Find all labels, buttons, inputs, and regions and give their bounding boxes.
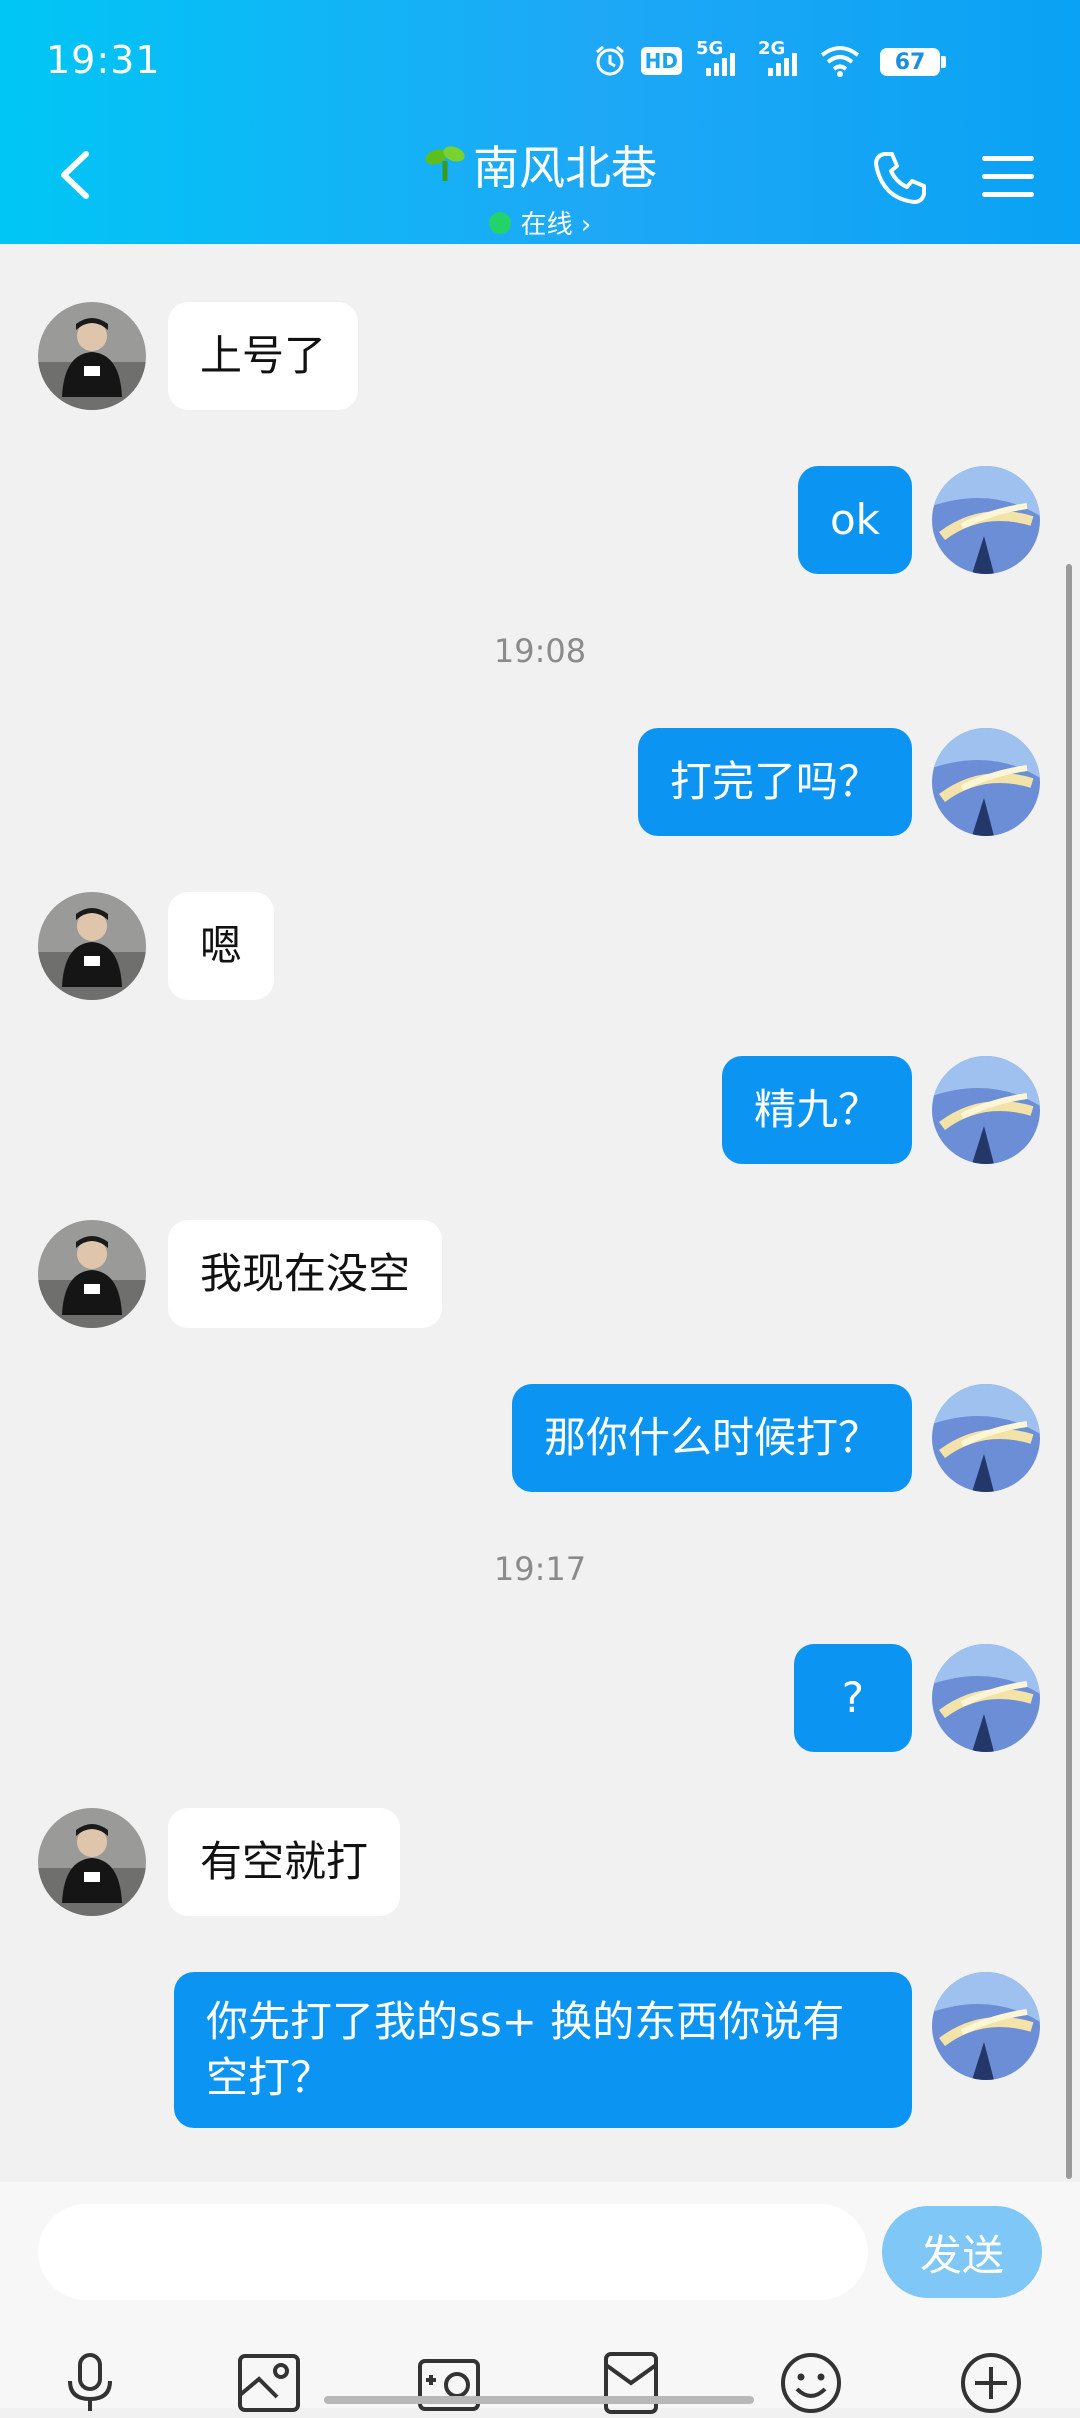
user-avatar[interactable] [932, 466, 1040, 574]
message-input[interactable] [38, 2204, 868, 2300]
message-bubble-incoming[interactable]: 嗯 [168, 892, 275, 1000]
battery-indicator: 67 [880, 48, 946, 76]
phone-icon [874, 152, 926, 204]
contact-avatar[interactable] [38, 1220, 146, 1328]
send-button[interactable]: 发送 [882, 2206, 1042, 2298]
message-bubble-incoming[interactable]: 有空就打 [168, 1808, 401, 1916]
status-bar: 19:31 HD 5G 2G 67 [0, 0, 1080, 120]
online-status-label: 在线 › [520, 210, 592, 240]
message-bubble-outgoing[interactable]: ok [797, 466, 912, 574]
message-bubble-outgoing[interactable]: 你先打了我的ss+ 换的东西你说有空打？ [174, 1972, 912, 2128]
message-bubble-outgoing[interactable]: 精九？ [721, 1056, 912, 1164]
sprout-icon [423, 141, 467, 189]
wifi-icon [820, 45, 860, 77]
user-avatar[interactable] [932, 728, 1040, 836]
message-bubble-outgoing[interactable]: 那你什么时候打？ [511, 1384, 912, 1492]
user-avatar[interactable] [932, 1644, 1040, 1752]
status-time: 19:31 [46, 38, 161, 82]
contact-avatar[interactable] [38, 892, 146, 1000]
page-title: 南风北巷 [473, 141, 657, 195]
message-bubble-outgoing[interactable]: 打完了吗？ [637, 728, 912, 836]
online-dot-icon [488, 211, 511, 234]
contact-avatar[interactable] [38, 302, 146, 410]
input-bar: 发送 [0, 2182, 1080, 2414]
scrollbar[interactable] [1066, 564, 1072, 2179]
call-button[interactable] [870, 148, 930, 208]
menu-button[interactable] [980, 152, 1036, 202]
message-bubble-outgoing[interactable]: ? [793, 1644, 912, 1752]
user-avatar[interactable] [932, 1972, 1040, 2080]
message-bubble-incoming[interactable]: 上号了 [168, 302, 359, 410]
signal-5g-icon: 5G [696, 38, 744, 78]
hd-label: HD [644, 49, 678, 73]
hamburger-menu-icon [982, 156, 1034, 197]
title-row: 南风北巷 [423, 132, 657, 198]
message-timestamp: 19:17 [493, 1550, 587, 1588]
home-indicator[interactable] [324, 2396, 754, 2404]
status-icons: HD 5G 2G [593, 38, 860, 78]
contact-avatar[interactable] [38, 1808, 146, 1916]
message-bubble-incoming[interactable]: 我现在没空 [168, 1220, 443, 1328]
user-avatar[interactable] [932, 1056, 1040, 1164]
hd-icon: HD [640, 47, 682, 75]
user-avatar[interactable] [932, 1384, 1040, 1492]
alarm-icon [593, 44, 627, 78]
chat-header: 19:31 HD 5G 2G 67 南风北巷 在线 › [0, 0, 1080, 244]
online-status[interactable]: 在线 › [0, 204, 1080, 241]
signal-2g-icon: 2G [758, 38, 806, 78]
message-list[interactable]: 上号了 ok 19:08 打完了吗？ 嗯 精九？ 我现在没空 那你什么时候打？ … [0, 244, 1080, 2182]
message-timestamp: 19:08 [493, 632, 587, 670]
